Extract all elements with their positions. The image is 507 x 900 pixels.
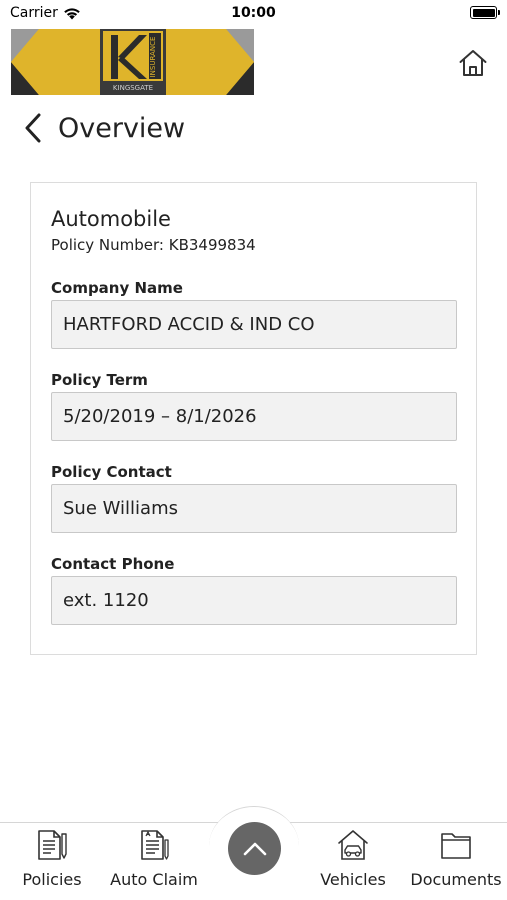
tab-documents-label: Documents — [410, 870, 502, 889]
page-title: Overview — [58, 112, 186, 144]
expand-menu-button[interactable] — [228, 822, 281, 875]
logo-side-text: INSURANCE — [149, 37, 157, 78]
tab-policies[interactable]: Policies — [15, 828, 89, 894]
company-name-value: HARTFORD ACCID & IND CO — [63, 314, 315, 335]
kingsgate-insurance-logo: INSURANCE KINGSGATE — [11, 29, 254, 95]
vehicles-icon — [336, 828, 370, 862]
home-button[interactable] — [454, 44, 492, 82]
tab-auto-claim-label: Auto Claim — [110, 870, 198, 889]
tab-documents[interactable]: Documents — [406, 828, 506, 894]
chevron-left-icon[interactable] — [22, 112, 48, 144]
policy-contact-field[interactable]: Sue Williams — [51, 484, 457, 533]
documents-icon — [439, 828, 473, 862]
policy-contact-value: Sue Williams — [63, 498, 178, 519]
auto-claim-icon — [137, 828, 171, 862]
policy-term-value: 5/20/2019 – 8/1/2026 — [63, 406, 257, 427]
tab-auto-claim[interactable]: Auto Claim — [105, 828, 203, 894]
policy-contact-label: Policy Contact — [51, 463, 172, 481]
wifi-icon — [64, 7, 80, 19]
policy-term-field[interactable]: 5/20/2019 – 8/1/2026 — [51, 392, 457, 441]
policy-number: Policy Number: KB3499834 — [51, 236, 256, 254]
carrier-label: Carrier — [10, 5, 58, 21]
tab-vehicles[interactable]: Vehicles — [316, 828, 390, 894]
chevron-up-icon — [243, 842, 266, 855]
company-name-field[interactable]: HARTFORD ACCID & IND CO — [51, 300, 457, 349]
contact-phone-field[interactable]: ext. 1120 — [51, 576, 457, 625]
home-icon — [459, 50, 487, 76]
contact-phone-value: ext. 1120 — [63, 590, 149, 611]
policies-icon — [35, 828, 69, 862]
company-name-label: Company Name — [51, 279, 183, 297]
status-bar: Carrier 10:00 — [0, 0, 507, 28]
back-navigation[interactable]: Overview — [22, 108, 185, 148]
policy-card: Automobile Policy Number: KB3499834 Comp… — [30, 182, 477, 655]
battery-icon — [470, 6, 500, 19]
policy-type: Automobile — [51, 207, 171, 231]
tab-policies-label: Policies — [22, 870, 82, 889]
tab-vehicles-label: Vehicles — [320, 870, 386, 889]
logo-brand-text: KINGSGATE — [113, 84, 153, 92]
carrier-status: Carrier — [10, 5, 81, 21]
policy-term-label: Policy Term — [51, 371, 148, 389]
contact-phone-label: Contact Phone — [51, 555, 175, 573]
